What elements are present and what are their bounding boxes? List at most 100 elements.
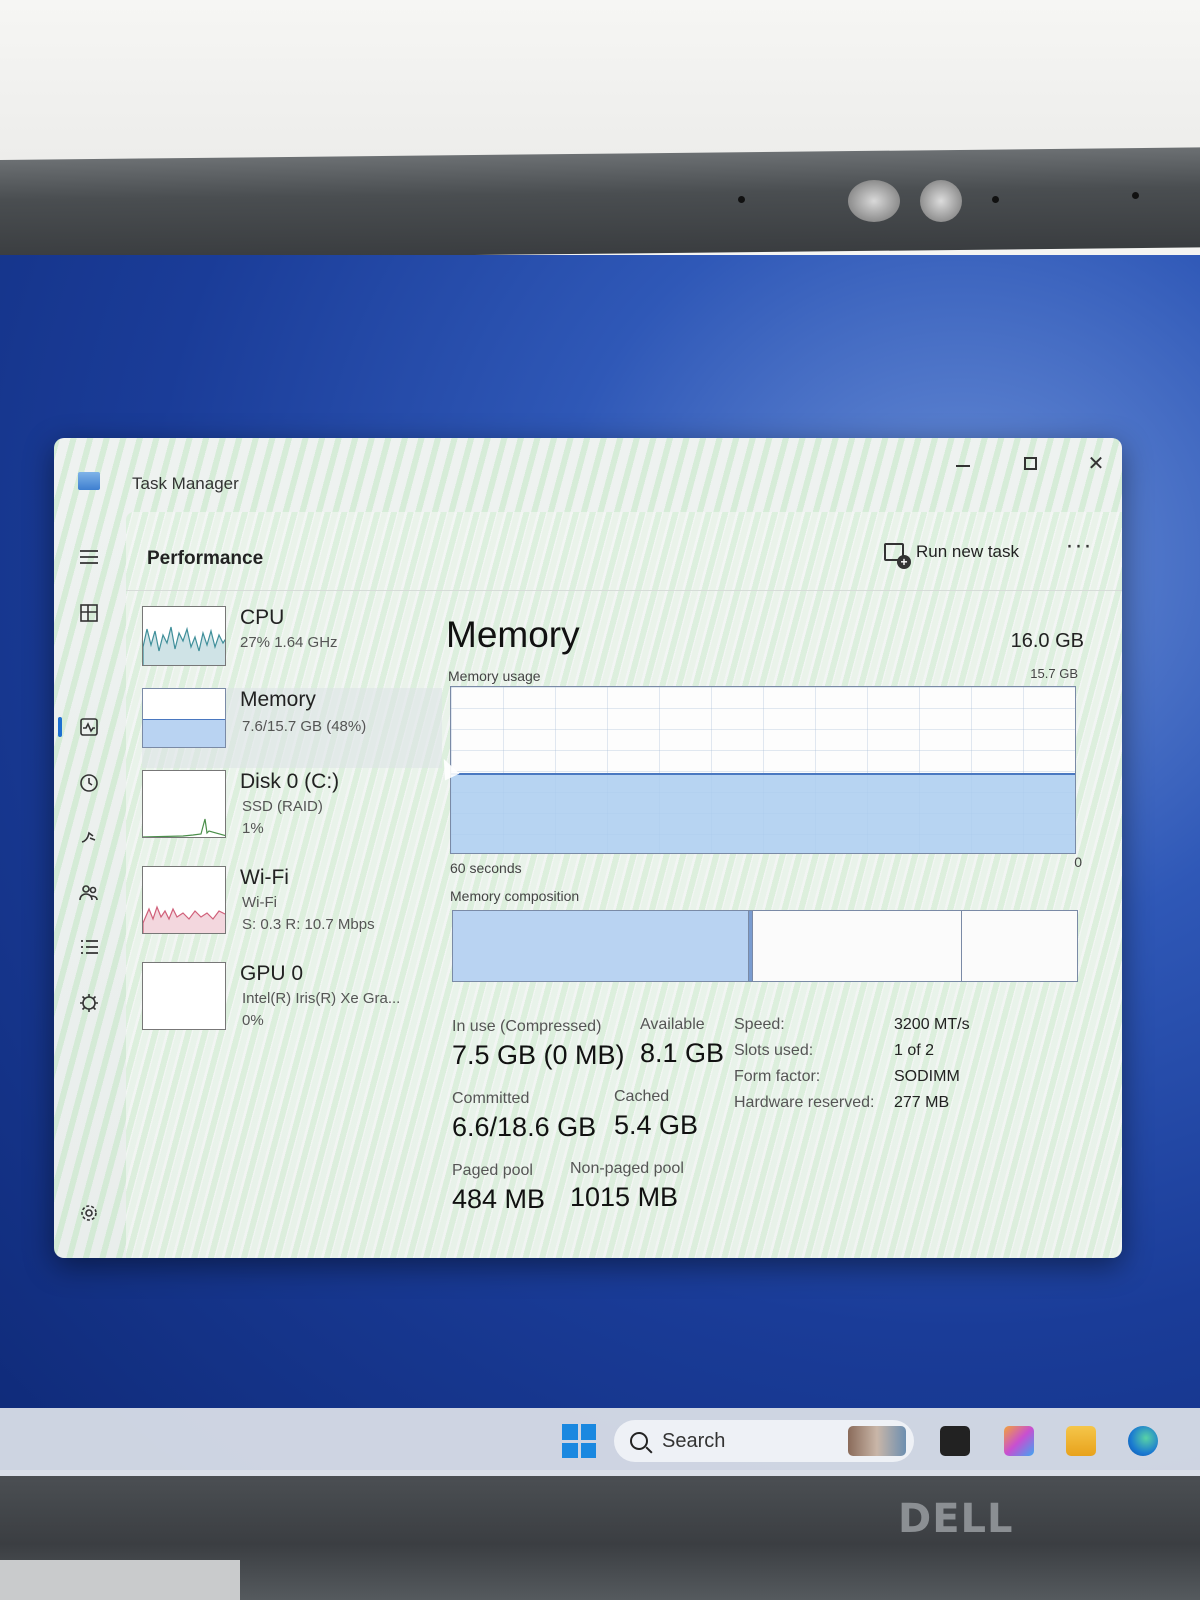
performance-icon[interactable] <box>72 710 106 744</box>
form-factor-value: SODIMM <box>894 1068 960 1085</box>
device-item-wifi[interactable]: Wi-Fi Wi-Fi S: 0.3 R: 10.7 Mbps <box>142 866 442 956</box>
device-detail: 27% 1.64 GHz <box>240 634 338 651</box>
composition-segment-standby <box>752 911 962 981</box>
laptop-top-bezel <box>0 147 1200 260</box>
start-button[interactable] <box>562 1424 596 1458</box>
services-icon[interactable] <box>72 986 106 1020</box>
memory-total: 16.0 GB <box>1010 630 1084 652</box>
bezel-sensor-dot <box>992 196 999 203</box>
available-label: Available <box>640 1016 705 1033</box>
windows-logo-pane <box>562 1442 578 1458</box>
disk-thumbnail-graph <box>142 770 226 838</box>
navigation-pane <box>54 510 124 1250</box>
cached-label: Cached <box>614 1088 670 1105</box>
hardware-reserved-label: Hardware reserved: <box>734 1094 875 1111</box>
device-item-cpu[interactable]: CPU 27% 1.64 GHz <box>142 606 442 686</box>
device-detail: Intel(R) Iris(R) Xe Gra... <box>242 990 401 1007</box>
device-detail: 7.6/15.7 GB (48%) <box>242 718 367 735</box>
windows-logo-pane <box>580 1424 596 1440</box>
wifi-thumbnail-graph <box>142 866 226 934</box>
taskbar-search-label: Search <box>662 1429 726 1452</box>
selected-indicator <box>58 717 62 737</box>
startup-apps-icon[interactable] <box>72 820 106 854</box>
memory-thumbnail-fill <box>143 719 225 747</box>
device-item-gpu[interactable]: GPU 0 Intel(R) Iris(R) Xe Gra... 0% <box>142 962 442 1052</box>
committed-label: Committed <box>452 1090 530 1107</box>
file-explorer-icon[interactable] <box>1066 1426 1096 1456</box>
windows-logo-icon <box>562 1424 578 1440</box>
graph-zero-label: 0 <box>1074 854 1082 870</box>
maximize-icon <box>1023 456 1037 470</box>
device-detail: 1% <box>242 820 264 837</box>
task-view-icon[interactable] <box>940 1426 970 1456</box>
edge-browser-icon[interactable] <box>1128 1426 1158 1456</box>
dell-logo: DELL <box>898 1496 1014 1542</box>
webcam-lens <box>848 180 900 222</box>
committed-value: 6.6/18.6 GB <box>452 1112 597 1142</box>
processes-icon[interactable] <box>72 596 106 630</box>
bezel-sensor-dot <box>1132 192 1139 199</box>
title-bar[interactable]: Task Manager ✕ <box>54 438 1122 508</box>
non-paged-pool-label: Non-paged pool <box>570 1160 684 1177</box>
device-name: Disk 0 (C:) <box>240 770 340 793</box>
device-name: GPU 0 <box>240 962 304 985</box>
search-icon <box>630 1432 648 1450</box>
hamburger-menu-icon[interactable] <box>72 540 106 574</box>
memory-title: Memory <box>446 614 580 655</box>
cached-value: 5.4 GB <box>614 1110 699 1140</box>
device-detail: S: 0.3 R: 10.7 Mbps <box>242 916 375 933</box>
run-new-task-icon <box>884 543 911 569</box>
device-item-disk[interactable]: Disk 0 (C:) SSD (RAID) 1% <box>142 770 442 860</box>
bezel-sensor-dot <box>738 196 745 203</box>
device-name: CPU <box>240 606 285 629</box>
more-options-button[interactable]: ··· <box>1062 532 1096 566</box>
composition-segment-in-use <box>453 911 750 981</box>
in-use-label: In use (Compressed) <box>452 1018 602 1035</box>
device-detail: Wi-Fi <box>242 894 277 911</box>
windows-logo-pane <box>580 1442 596 1458</box>
hardware-reserved-value: 277 MB <box>894 1094 950 1111</box>
page-title: Performance <box>147 548 264 569</box>
non-paged-pool-value: 1015 MB <box>570 1182 679 1212</box>
laptop-bottom-bezel <box>0 1476 1200 1600</box>
memory-composition-label: Memory composition <box>450 888 580 904</box>
window-title: Task Manager <box>132 474 239 493</box>
time-span-label: 60 seconds <box>450 860 522 876</box>
device-name: Memory <box>240 688 316 711</box>
device-detail: SSD (RAID) <box>242 798 323 815</box>
performance-page: Performance Run new task ··· CPU 27% 1.6… <box>126 512 1122 1258</box>
ir-camera-lens <box>920 180 962 222</box>
memory-composition-bar <box>452 910 1078 982</box>
laptop-hinge <box>0 1560 240 1600</box>
memory-usage-graph <box>450 686 1076 854</box>
device-item-memory[interactable]: Memory 7.6/15.7 GB (48%) <box>142 688 442 768</box>
gpu-thumbnail-graph <box>142 962 226 1030</box>
memory-thumbnail-graph <box>142 688 226 748</box>
minimize-button[interactable] <box>943 448 983 478</box>
slots-used-label: Slots used: <box>734 1042 814 1059</box>
memory-usage-label: Memory usage <box>448 668 541 684</box>
microsoft-365-icon[interactable] <box>1004 1426 1034 1456</box>
settings-icon[interactable] <box>72 1196 106 1230</box>
close-button[interactable]: ✕ <box>1076 448 1116 478</box>
minimize-icon <box>956 465 970 467</box>
memory-usage-max: 15.7 GB <box>1030 666 1078 681</box>
header-divider <box>126 590 1122 591</box>
app-history-icon[interactable] <box>72 766 106 800</box>
users-icon[interactable] <box>72 876 106 910</box>
run-new-task-button[interactable]: Run new task <box>884 536 1019 569</box>
composition-segment-free <box>961 911 1077 981</box>
speed-label: Speed: <box>734 1016 785 1033</box>
available-value: 8.1 GB <box>640 1038 725 1068</box>
in-use-value: 7.5 GB (0 MB) <box>452 1040 625 1070</box>
task-manager-window: Task Manager ✕ Performance + Run new tas… <box>54 438 1122 1258</box>
memory-detail-panel: Memory 16.0 GB Memory usage 15.7 GB 60 s… <box>444 604 1084 1244</box>
paged-pool-value: 484 MB <box>452 1184 546 1214</box>
speed-value: 3200 MT/s <box>894 1016 970 1033</box>
search-highlight-image[interactable] <box>848 1426 906 1456</box>
memory-usage-fill <box>451 773 1075 853</box>
slots-used-value: 1 of 2 <box>894 1042 935 1059</box>
details-icon[interactable] <box>72 930 106 964</box>
maximize-button[interactable] <box>1010 448 1050 478</box>
device-detail: 0% <box>242 1012 264 1029</box>
